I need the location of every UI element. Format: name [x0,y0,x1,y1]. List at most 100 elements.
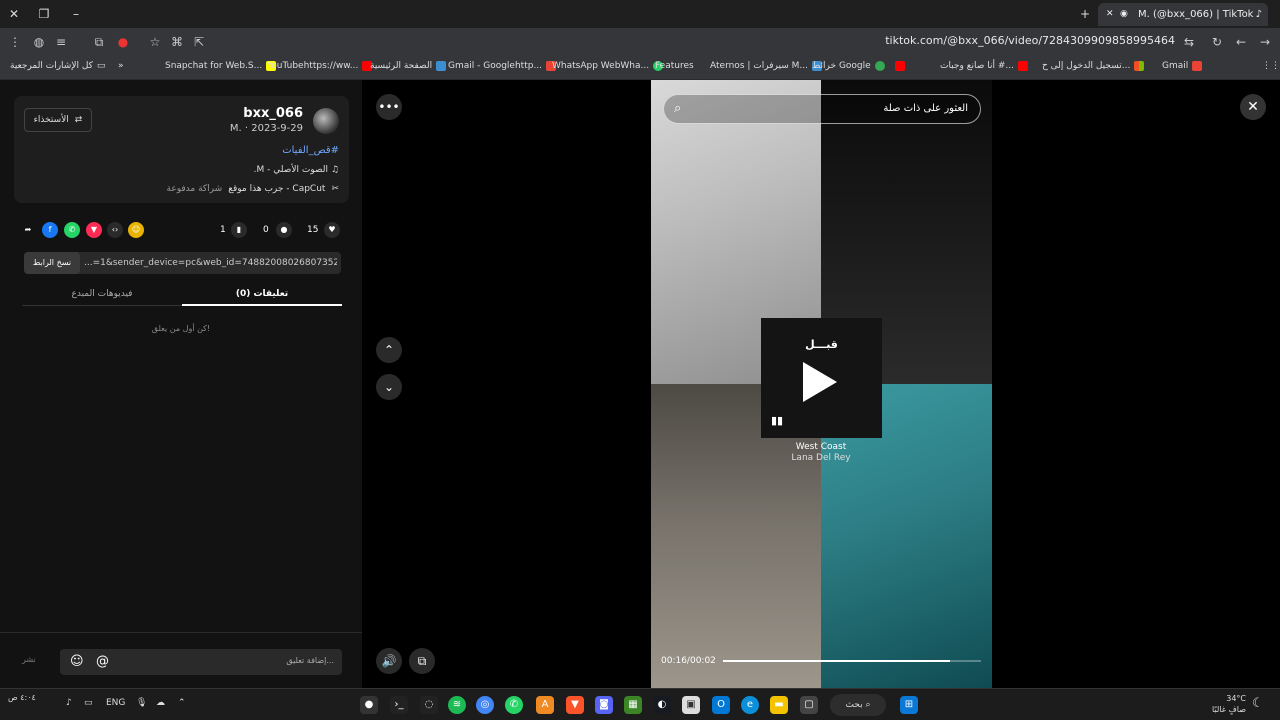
language-indicator[interactable]: ENG [106,698,125,708]
apps-grid-icon[interactable]: ⋮⋮ [1262,61,1280,71]
bookmark-youtube-2[interactable] [895,61,905,71]
previous-video-icon[interactable]: ⌃ [376,337,402,363]
bookmarks-overflow-icon[interactable]: » [118,61,124,71]
volume-icon[interactable]: 🔊 [376,648,402,674]
onedrive-icon[interactable]: ☁ [156,698,165,708]
hashtag-link[interactable]: #قص_الفيات [282,145,339,156]
video-progress-bar[interactable] [723,660,981,662]
speaker-icon[interactable]: ♪ [66,698,72,708]
author-username[interactable]: bxx_066 [243,106,303,121]
mini-player-icon[interactable]: ⧉ [409,648,435,674]
profile-icon[interactable]: ◍ [30,33,48,51]
tab-close-icon[interactable]: ✕ [1106,3,1114,26]
start-icon[interactable]: ⊞ [900,696,918,714]
edge-icon[interactable]: e [741,696,759,714]
like-button[interactable]: ♥ [324,222,340,238]
bookmark-login[interactable]: تسجيل الدخول إلى ح... [1042,61,1145,71]
capcut-link[interactable]: ✂ CapCut - جرب هذا موقع شراكة مدفوعة [167,184,339,194]
bookmark-home[interactable]: الصفحة الرئيسية [370,61,447,71]
capcut-label: CapCut - جرب هذا موقع [228,184,326,194]
whatsapp-share-icon[interactable]: ✆ [64,222,80,238]
outlook-icon[interactable]: O [712,696,730,714]
send-icon[interactable]: ▼ [86,222,102,238]
tab-audio-icon: ◉ [1120,9,1128,19]
follow-button[interactable]: الأستخذاء ⇄ [24,108,92,132]
terminal-icon[interactable]: ›_ [390,696,408,714]
play-icon[interactable] [803,362,837,402]
extensions-icon[interactable]: ⧉ [90,33,108,51]
bookmark-snapchat[interactable]: Snapchat for Web.S... [165,61,277,71]
store-icon[interactable]: ▣ [682,696,700,714]
share-page-icon[interactable]: ⇱ [190,33,208,51]
sound-link[interactable]: ♫ الصوت الأصلي - M. [254,165,339,175]
video-link-text[interactable]: ...=1&sender_device=pc&web_id=7488200802… [82,252,337,274]
comment-button[interactable]: ● [276,222,292,238]
mention-icon[interactable]: @ [96,654,109,669]
copy-link-button[interactable]: نسخ الرابط [24,252,80,274]
bookmark-whatsapp[interactable]: WhatsApp WebWha... [552,61,664,71]
weather-widget[interactable]: 34°C صافٍ غالبًا [1210,693,1246,715]
bookmark-features[interactable]: Features [655,61,694,71]
more-options-icon[interactable]: ••• [376,94,402,120]
close-window-icon[interactable]: ✕ [4,4,24,24]
more-share-icon[interactable]: ➦ [20,222,36,238]
emoji-icon[interactable]: ☺ [70,654,84,669]
spotify-icon[interactable]: ≋ [448,696,466,714]
bookmark-label: Gmail - Googlehttp... [448,61,543,71]
related-search-box[interactable]: ⌕ العثور على ذات صلة [663,94,981,124]
next-video-icon[interactable]: ⌄ [376,374,402,400]
circle-app-icon[interactable]: ◌ [420,696,438,714]
back-icon[interactable]: → [1256,33,1274,51]
share-friends-icon[interactable]: ☺ [128,222,144,238]
new-tab-icon[interactable]: + [1075,4,1095,24]
reload-icon[interactable]: ↻ [1208,33,1226,51]
browser-tab-active[interactable]: ✕ ◉ M. (@bxx_066) | TikTok ♪ [1098,3,1268,26]
tray-clock[interactable]: ٤:٠٤ ص [8,693,36,703]
steam-icon[interactable]: ◐ [653,696,671,714]
minimize-window-icon[interactable]: – [66,4,86,24]
opera-icon[interactable]: ● [114,33,132,51]
bookmark-maps[interactable]: خرائط Google [812,61,885,71]
post-date: M. · 2023-9-29 [229,123,303,134]
url-field[interactable]: tiktok.com/@bxx_066/video/72843099098589… [885,34,1175,47]
chrome-icon[interactable]: ◎ [476,696,494,714]
bookmark-meals[interactable]: أنا صانع وجبات #... [940,61,1028,71]
playlist-icon[interactable]: ≡ [52,33,70,51]
avatar[interactable] [313,108,339,134]
video-player[interactable]: ⌕ العثور على ذات صلة قبـــل ▮▮ West Coas… [651,80,992,688]
all-bookmarks[interactable]: كل الإشارات المرجعية ▭ [10,61,105,71]
tab-creator-videos[interactable]: فيديوهات المبدع [22,284,182,306]
bookmark-star-icon[interactable]: ☆ [146,33,164,51]
brave-icon[interactable]: ▼ [566,696,584,714]
discord-icon[interactable]: ◙ [595,696,613,714]
save-button[interactable]: ▮ [231,222,247,238]
menu-dots-icon[interactable]: ⋮ [6,33,24,51]
network-icon[interactable]: ▭ [84,698,93,708]
forward-icon[interactable]: ← [1232,33,1250,51]
task-view-icon[interactable]: ▢ [800,696,818,714]
taskbar-search[interactable]: بحث ⌕ [830,694,886,716]
comment-input[interactable]: ☺ @ إضافة تعليق... [60,649,342,675]
restore-window-icon[interactable]: ❐ [34,4,54,24]
microsoft-icon [1134,61,1145,71]
close-video-button[interactable]: ✕ [1240,94,1266,120]
embed-icon[interactable]: ‹› [107,222,123,238]
bookmark-aternos[interactable]: Aternos | سيرفرات M... [710,61,822,71]
tab-comments[interactable]: (0) تعليقات [182,284,342,306]
facebook-share-icon[interactable]: f [42,222,58,238]
app-a-icon[interactable]: A [536,696,554,714]
translate-icon[interactable]: ⌘ [168,33,186,51]
app-icon-1[interactable]: ● [360,696,378,714]
bookmark-gmail-google[interactable]: Gmail - Googlehttp... [448,61,557,71]
bookmark-gmail[interactable]: Gmail [1162,61,1203,71]
microphone-icon[interactable]: 🎙 [136,698,147,708]
bookmark-youtube[interactable]: YouTubehttps://ww... [267,61,373,71]
file-explorer-icon[interactable]: ▬ [770,696,788,714]
search-icon: ⌕ [674,101,682,116]
minecraft-icon[interactable]: ▦ [624,696,642,714]
site-settings-icon[interactable]: ⇆ [1180,33,1198,51]
whatsapp-app-icon[interactable]: ✆ [505,696,523,714]
post-comment-button[interactable]: نشر [22,655,36,664]
show-hidden-icons-icon[interactable]: ⌃ [178,698,186,708]
song-title: West Coast [795,442,847,452]
